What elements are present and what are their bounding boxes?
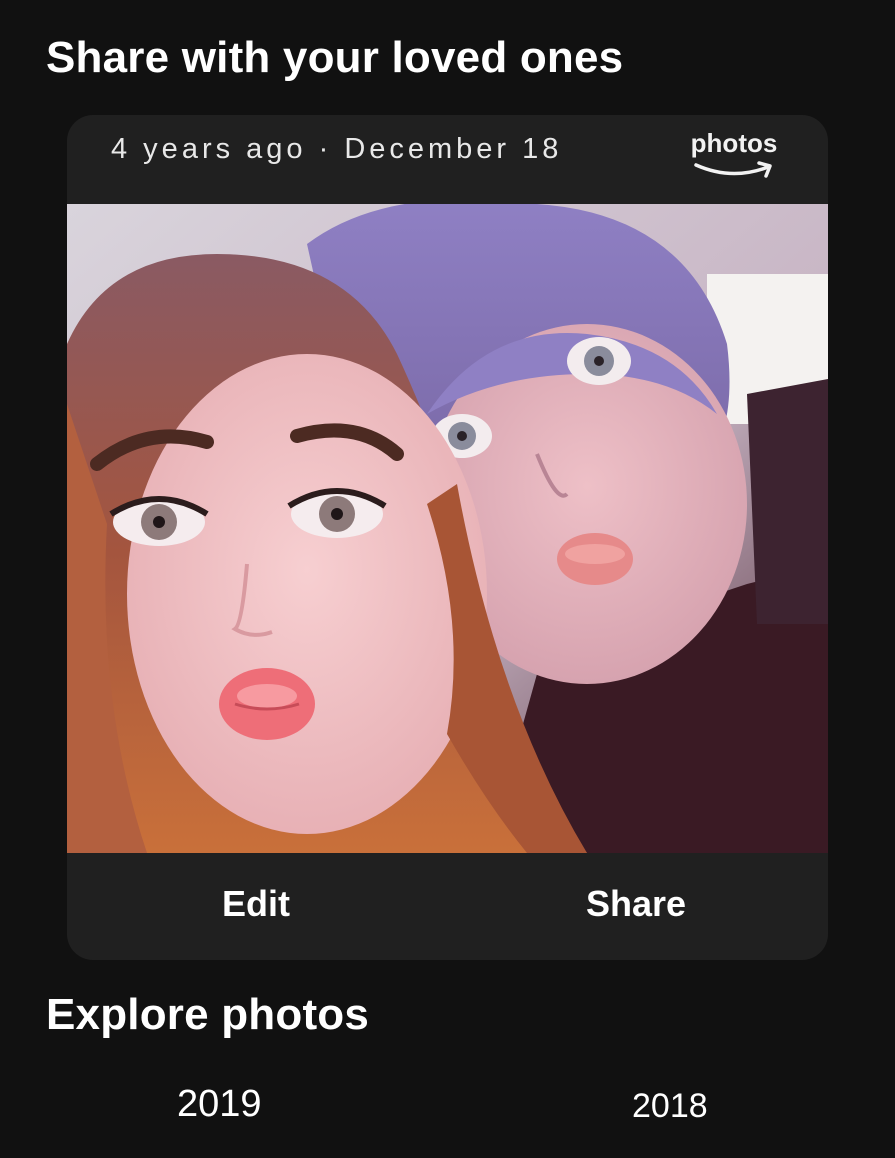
memory-photo[interactable] (67, 204, 828, 853)
memory-card[interactable]: 4 years ago · December 18 photos Edit Sh… (67, 115, 828, 960)
memories-page: Share with your loved ones 4 years ago ·… (0, 0, 895, 1158)
selfie-photo (67, 204, 828, 853)
explore-section-title: Explore photos (46, 990, 370, 1039)
amazon-photos-logo: photos (684, 128, 784, 188)
share-button[interactable]: Share (586, 883, 686, 925)
amazon-smile-arrow-icon (694, 161, 772, 178)
memory-card-header: 4 years ago · December 18 photos (67, 115, 828, 204)
memory-card-actions: Edit Share (67, 853, 828, 960)
share-section-title: Share with your loved ones (46, 33, 624, 82)
year-item-2018[interactable]: 2018 (632, 1087, 708, 1126)
edit-button[interactable]: Edit (222, 883, 290, 925)
memory-date: 4 years ago · December 18 (111, 133, 563, 165)
year-item-2019[interactable]: 2019 (177, 1083, 262, 1126)
amazon-photos-logo-text: photos (690, 128, 778, 158)
